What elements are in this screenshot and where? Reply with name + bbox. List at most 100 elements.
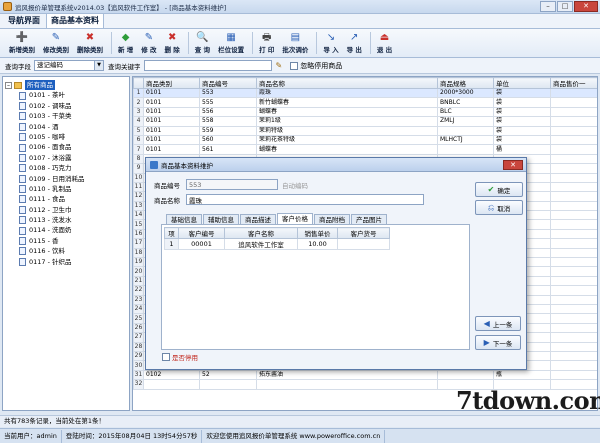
chevron-down-icon[interactable]: ▼ [94,61,103,70]
table-cell: 21 [133,275,144,287]
table-cell [550,172,597,183]
toolbar-button-3[interactable]: ◆ 新 增 [115,30,136,56]
prev-record-button[interactable]: ◀ 上一条 [475,316,521,331]
tree-item[interactable]: 0117 - 针织品 [5,257,127,267]
dialog-app-icon [150,160,158,169]
disabled-checkbox[interactable] [162,353,170,361]
toolbar-button-10[interactable]: ↘ 导 入 [320,30,341,56]
table-cell [437,369,494,381]
tree-item-label: 0102 - 调味品 [29,101,72,110]
toolbar-button-5[interactable]: ✖ 删 除 [162,30,183,56]
dialog-tab[interactable]: 商品附档 [314,214,350,224]
grid-column-header[interactable]: 商品名称 [256,77,438,89]
tree-root[interactable]: – 所有商品 [5,80,127,91]
product-name-input[interactable] [186,194,424,205]
toolbar-button-0[interactable]: ➕ 新增类别 [6,30,38,56]
product-code-input[interactable] [186,179,278,190]
table-cell: 10 [133,172,144,183]
tree-item[interactable]: 0107 - 沐浴露 [5,153,127,163]
next-record-button[interactable]: ▶ 下一条 [475,335,521,350]
tree-item[interactable]: 0106 - 面食品 [5,142,127,152]
document-icon [19,91,26,100]
tab-navigation[interactable]: 导航界面 [4,14,44,28]
tree-item[interactable]: 0101 - 茶叶 [5,90,127,100]
tree-item-label: 0115 - 香 [29,236,59,245]
toolbar-button-9[interactable]: ▤ 批次调价 [279,30,311,56]
table-row[interactable]: 1 0101 553 霞珠 2000*3000 袋 [133,87,597,99]
toolbar-label-3: 新 增 [118,46,134,54]
price-cell[interactable]: 1 [164,238,179,250]
toolbar-button-2[interactable]: ✖ 删除类别 [74,30,106,56]
table-cell [550,125,597,136]
tree-item[interactable]: 0114 - 洗面奶 [5,225,127,235]
table-row[interactable]: 7 0101 561 蝴蝶春 桶 [133,144,597,155]
table-row[interactable]: 3 0101 556 蝴蝶春 BLC 袋 [133,106,597,118]
tree-item[interactable]: 0105 - 咖啡 [5,132,127,142]
document-icon [19,143,26,152]
ignore-disabled-toggle[interactable]: 忽略停用商品 [290,61,342,71]
price-cell[interactable]: 10.00 [297,238,338,250]
table-cell [550,266,597,277]
search-bar: 查询字段 速记编码 ▼ 查询关键字 ✎ 忽略停用商品 [0,58,600,74]
table-row[interactable]: 31 0102 52 拓东酱油 瓶 [133,369,597,381]
toolbar-icon-7: ▦ [226,32,236,43]
grid-column-header[interactable]: 商品售价一 [550,77,597,89]
toolbar-button-1[interactable]: ✎ 修改类别 [40,30,72,56]
dialog-tab[interactable]: 基础信息 [166,214,202,224]
tree-item[interactable]: 0109 - 日用消耗品 [5,174,127,184]
table-cell: MLHCTJ [437,134,494,146]
collapse-icon[interactable]: – [5,81,12,89]
cancel-button-label: 取消 [497,204,511,213]
toolbar-button-8[interactable]: 🖶 打 印 [256,30,277,56]
price-cell[interactable] [337,238,390,250]
cancel-button[interactable]: ⎌ 取消 [475,200,523,215]
tree-item[interactable]: 0104 - 酒 [5,122,127,132]
table-row[interactable]: 4 0101 558 茉莉1级 ZMLJ 袋 [133,116,597,127]
tree-item[interactable]: 0113 - 洗发水 [5,215,127,225]
ok-button[interactable]: ✔ 确定 [475,182,523,197]
grid-column-header[interactable]: 单位 [493,77,551,89]
tree-item[interactable]: 0112 - 卫生巾 [5,205,127,215]
dialog-tab[interactable]: 辅助信息 [203,214,239,224]
price-cell[interactable]: 追风软件工作室 [224,238,298,250]
document-icon [19,237,26,246]
tree-item[interactable]: 0111 - 食品 [5,194,127,204]
dialog-close-button[interactable]: ✕ [503,160,523,170]
tree-item[interactable]: 0110 - 乳制品 [5,184,127,194]
grid-column-header[interactable] [133,77,144,89]
table-row[interactable]: 2 0101 555 新竹蝴蝶春 BNBLC 袋 [133,97,597,108]
grid-column-header[interactable]: 商品编号 [199,77,257,89]
toolbar-button-11[interactable]: ↗ 导 出 [344,30,365,56]
table-row[interactable]: 5 0101 559 茉莉特级 袋 [133,125,597,136]
dialog-tab[interactable]: 商品描述 [240,214,276,224]
search-keyword-input[interactable] [143,60,272,71]
grid-column-header[interactable]: 商品规格 [437,77,494,89]
tree-item[interactable]: 0102 - 调味品 [5,101,127,111]
dialog-tab[interactable]: 产品图片 [351,214,387,224]
tree-item[interactable]: 0108 - 巧克力 [5,163,127,173]
price-cell[interactable]: 00001 [178,238,225,250]
tree-item[interactable]: 0103 - 干菜类 [5,111,127,121]
tree-item[interactable]: 0115 - 香 [5,236,127,246]
search-field-select[interactable]: 速记编码 ▼ [34,60,104,71]
toolbar-button-6[interactable]: 🔍 查 询 [192,30,213,56]
close-window-button[interactable]: ✕ [574,1,598,12]
table-cell: 新竹蝴蝶春 [256,97,438,108]
maximize-button[interactable]: □ [557,1,573,12]
disabled-toggle[interactable]: 是否停用 [162,352,198,362]
ignore-disabled-checkbox[interactable] [290,61,299,70]
document-icon [19,247,26,256]
dialog-tab[interactable]: 客户价格 [277,213,313,224]
toolbar-button-7[interactable]: ▦ 栏位设置 [215,30,247,56]
toolbar-button-4[interactable]: ✎ 修 改 [138,30,159,56]
tab-product-info[interactable]: 商品基本资料 [46,13,104,28]
toolbar-button-12[interactable]: ⏏ 退 出 [374,30,395,56]
category-tree[interactable]: – 所有商品 0101 - 茶叶 0102 - 调味品 0103 - 干菜类 0104 -… [2,76,130,411]
table-row[interactable]: 6 0101 560 茉莉花茶特级 MLHCTJ 袋 [133,134,597,146]
tree-item[interactable]: 0116 - 饮料 [5,246,127,256]
minimize-button[interactable]: – [540,1,556,12]
search-go-icon[interactable]: ✎ [276,61,283,70]
grid-column-header[interactable]: 商品类别 [143,77,200,89]
price-row[interactable]: 1 00001 追风软件工作室 10.00 [164,238,390,250]
table-cell: 8 [133,153,144,165]
